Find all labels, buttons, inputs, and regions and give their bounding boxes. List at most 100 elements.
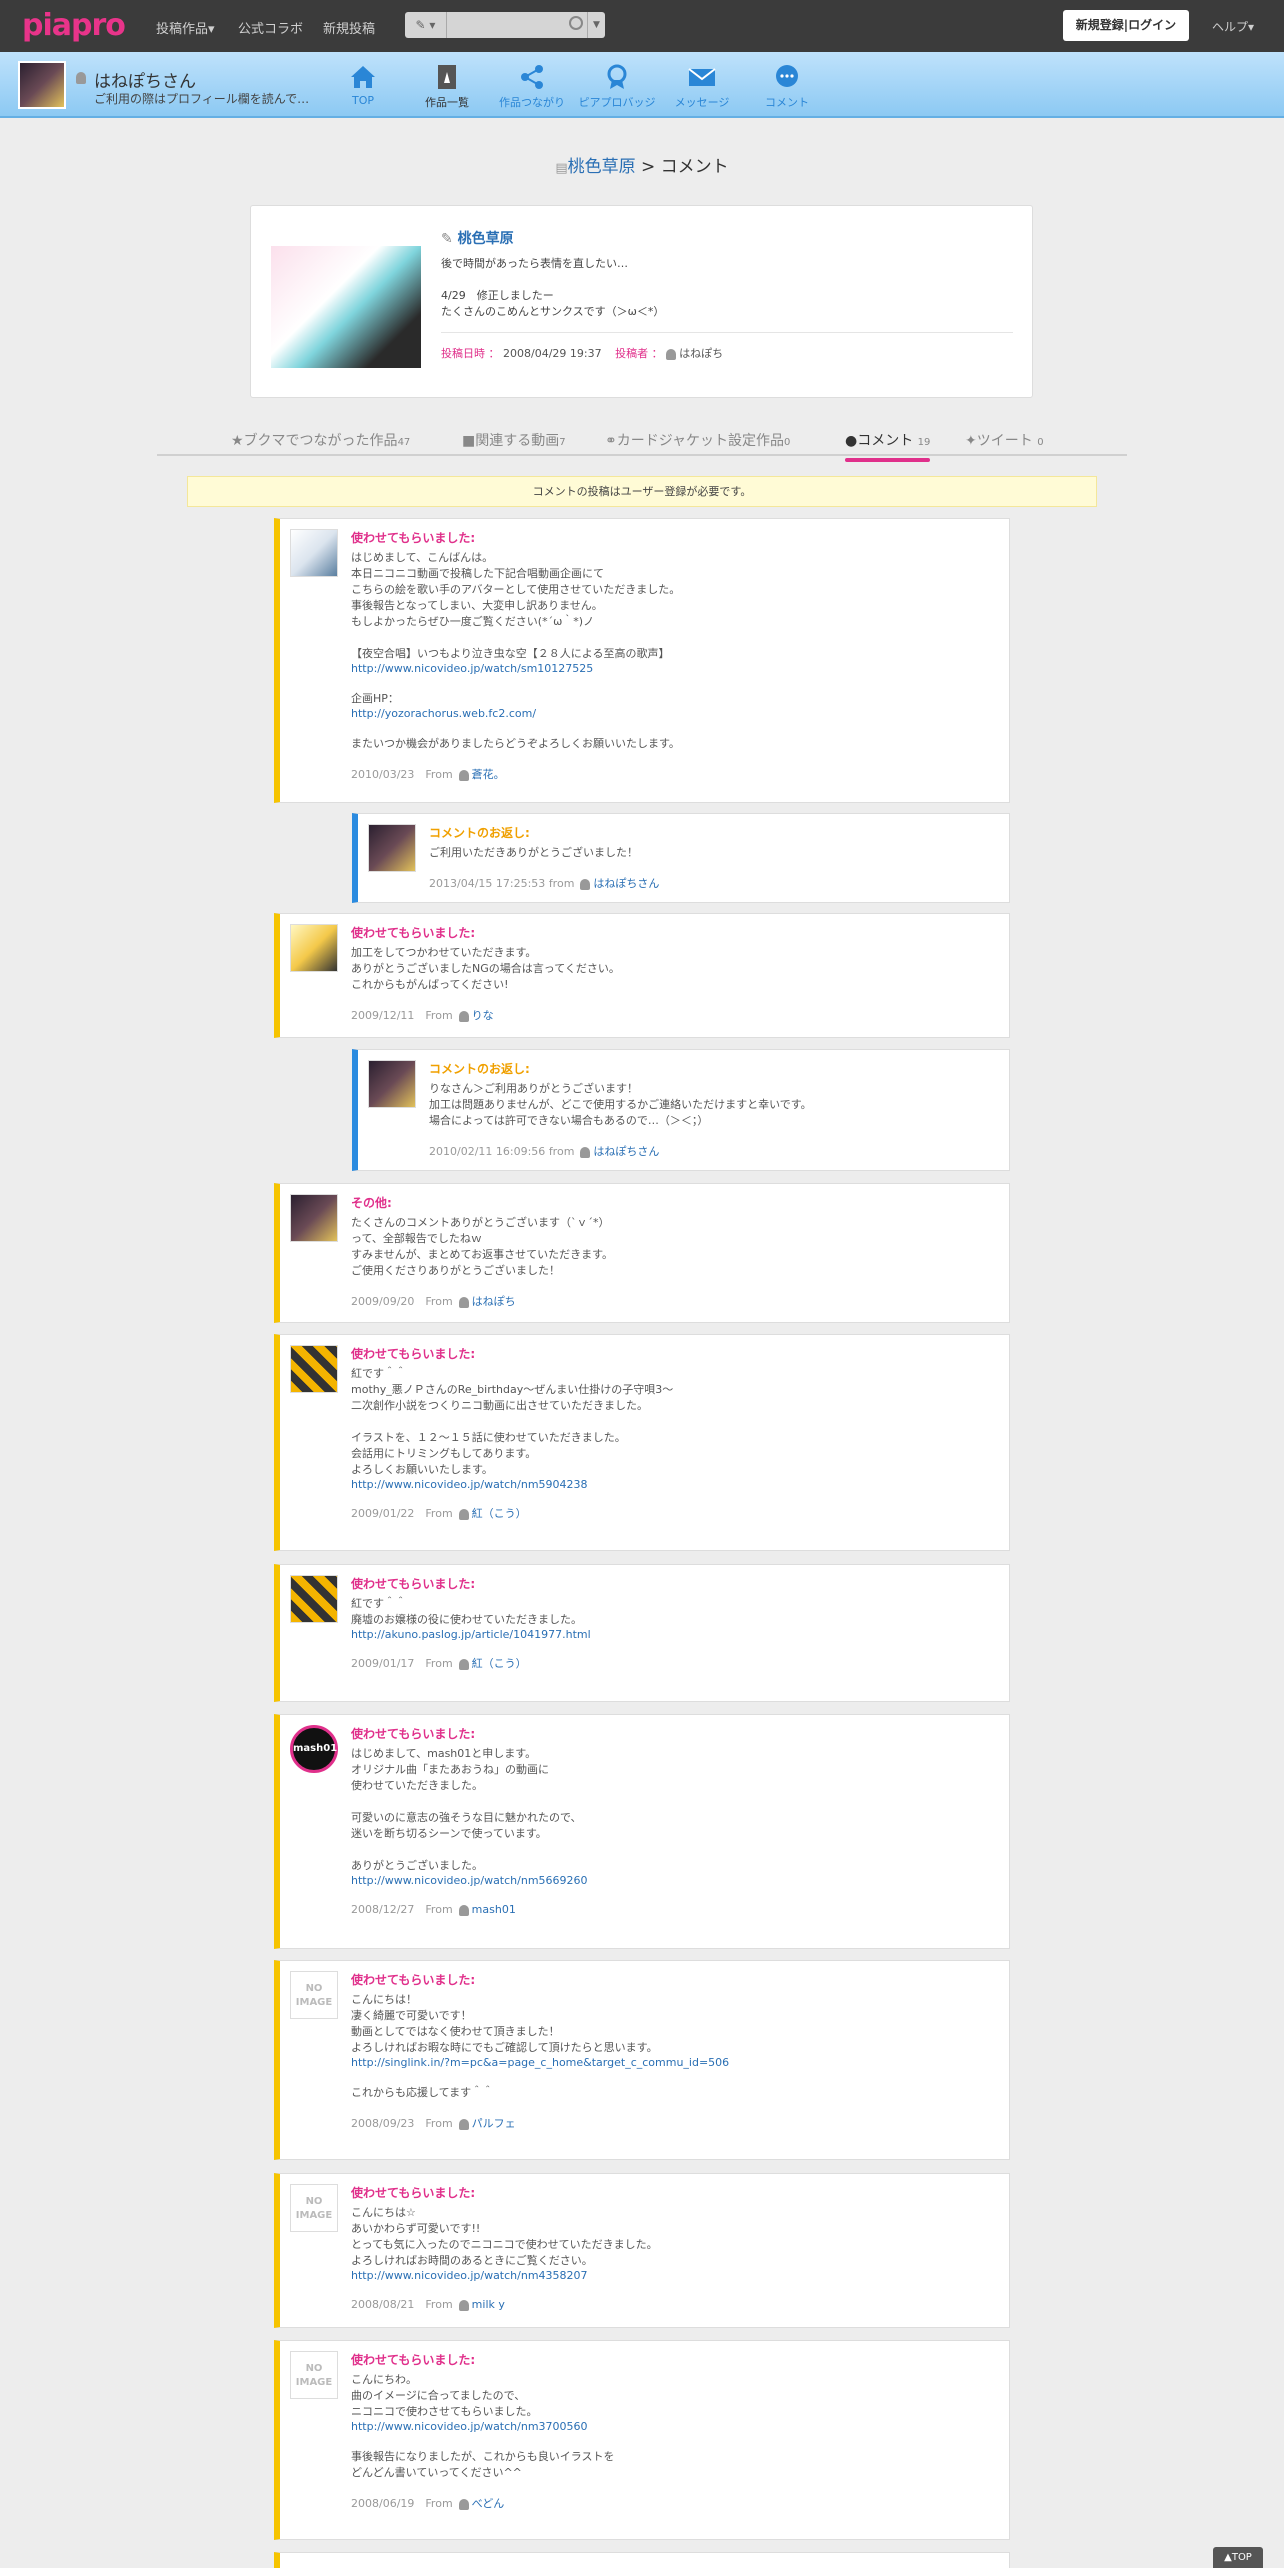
comment-date: 2009/01/22 bbox=[351, 1507, 415, 1520]
comment-link[interactable]: http://yozorachorus.web.fc2.com/ bbox=[351, 707, 536, 720]
comment-title: コメントのお返し: bbox=[429, 1062, 530, 1076]
user-icon bbox=[458, 1904, 469, 1916]
avatar[interactable] bbox=[368, 824, 416, 872]
from-label: From bbox=[425, 1009, 453, 1022]
comment-link[interactable]: http://akuno.paslog.jp/article/1041977.h… bbox=[351, 1628, 591, 1641]
comment-user[interactable]: はねぽち bbox=[472, 1295, 516, 1308]
nav-label: ピアプロバッジ bbox=[578, 96, 656, 109]
user-name[interactable]: はねぽちさん bbox=[94, 67, 196, 92]
nav-connections[interactable]: 作品つながり bbox=[492, 64, 572, 110]
avatar[interactable] bbox=[290, 1575, 338, 1623]
nav-comments[interactable]: コメント bbox=[747, 64, 827, 110]
comment-text: 企画HP： bbox=[351, 692, 399, 705]
nav-top[interactable]: TOP bbox=[323, 64, 403, 107]
avatar-no-image[interactable]: NO IMAGE bbox=[290, 2184, 338, 2232]
nav-messages[interactable]: メッセージ bbox=[662, 64, 742, 110]
nav-works[interactable]: 作品一覧 bbox=[407, 64, 487, 110]
comment-date: 2010/02/11 16:09:56 bbox=[429, 1145, 546, 1158]
comment-item: NO IMAGE 使わせてもらいました: こんにちは！ 凄く綺麗で可愛いです！ … bbox=[274, 1960, 1010, 2160]
avatar[interactable] bbox=[290, 1345, 338, 1393]
comment-link[interactable]: http://www.nicovideo.jp/watch/nm5669260 bbox=[351, 1874, 588, 1887]
comment-user[interactable]: はねぽちさん bbox=[593, 1145, 659, 1158]
nav-new-posts[interactable]: 新規投稿 bbox=[323, 18, 375, 37]
reply-item: コメントのお返し: りなさん＞ご利用ありがとうございます！ 加工は問題ありません… bbox=[352, 1049, 1010, 1171]
breadcrumb-work-link[interactable]: 桃色草原 bbox=[568, 157, 636, 177]
comment-link[interactable]: http://www.nicovideo.jp/watch/sm10127525 bbox=[351, 662, 593, 675]
comment-title: 使わせてもらいました: bbox=[351, 2186, 476, 2200]
help-menu[interactable]: ヘルプ▾ bbox=[1212, 18, 1254, 35]
nav-official-collab[interactable]: 公式コラボ bbox=[238, 18, 303, 37]
avatar[interactable] bbox=[368, 1060, 416, 1108]
tab-label: コメント bbox=[857, 433, 914, 449]
post-date: 2008/04/29 19:37 bbox=[503, 347, 602, 360]
comment-date: 2008/12/27 bbox=[351, 1903, 415, 1916]
tab-card-jacket[interactable]: ⚭カードジャケット設定作品0 bbox=[605, 430, 790, 450]
tab-videos[interactable]: ■関連する動画7 bbox=[462, 430, 566, 450]
tab-tweets[interactable]: ✦ツイート 0 bbox=[965, 430, 1044, 450]
breadcrumb-current: コメント bbox=[660, 157, 729, 177]
comment-footer: 2013/04/15 17:25:53 from はねぽちさん bbox=[429, 875, 999, 891]
nav-badges[interactable]: ピアプロバッジ bbox=[577, 64, 657, 110]
tab-label: ツイート bbox=[976, 433, 1033, 449]
comment-icon bbox=[776, 65, 798, 87]
comment-link[interactable]: http://www.nicovideo.jp/watch/nm3700560 bbox=[351, 2420, 588, 2433]
work-thumbnail[interactable] bbox=[271, 246, 421, 368]
avatar-no-image[interactable]: NO IMAGE bbox=[290, 2351, 338, 2399]
comment-user[interactable]: 紅（こう） bbox=[472, 1507, 527, 1520]
tab-bookmarks[interactable]: ★ブクマでつながった作品47 bbox=[231, 430, 410, 450]
piapro-logo[interactable]: piapro bbox=[22, 8, 126, 43]
avatar[interactable] bbox=[18, 61, 66, 109]
comment-link[interactable]: http://singlink.in/?m=pc&a=page_c_home&t… bbox=[351, 2056, 729, 2069]
reply-item: コメントのお返し: ご利用いただきありがとうございました！ 2013/04/15… bbox=[352, 813, 1010, 903]
comment-user[interactable]: 蒼花。 bbox=[472, 768, 505, 781]
user-icon bbox=[666, 348, 677, 360]
avatar-no-image[interactable]: NO IMAGE bbox=[290, 1971, 338, 2019]
avatar[interactable] bbox=[290, 1194, 338, 1242]
comment-text: これからも応援してます＾＾ bbox=[351, 2086, 494, 2099]
star-icon: ★ bbox=[231, 433, 244, 449]
avatar[interactable] bbox=[290, 529, 338, 577]
search-box[interactable]: ✎ ▾ ▼ bbox=[405, 12, 605, 38]
login-button[interactable]: 新規登録|ログイン bbox=[1063, 10, 1189, 41]
tab-label: 関連する動画 bbox=[475, 433, 560, 449]
avatar[interactable] bbox=[290, 924, 338, 972]
tab-count: 0 bbox=[784, 437, 791, 448]
user-icon bbox=[458, 2118, 469, 2130]
post-date-colon: ： bbox=[488, 347, 503, 360]
back-to-top-button[interactable]: ▲TOP bbox=[1213, 2547, 1263, 2568]
nav-posted-works[interactable]: 投稿作品▾ bbox=[156, 18, 215, 37]
user-icon bbox=[580, 1146, 591, 1158]
comment-text: こんにちは☆ あいかわらず可愛いです!! とっても気に入ったのでニコニコで使わせ… bbox=[351, 2206, 658, 2267]
comment-link[interactable]: http://www.nicovideo.jp/watch/nm4358207 bbox=[351, 2269, 588, 2282]
comment-title: 使わせてもらいました: bbox=[351, 1347, 476, 1361]
user-icon bbox=[458, 1508, 469, 1520]
comment-user[interactable]: べどん bbox=[472, 2497, 505, 2510]
comment-user[interactable]: milk y bbox=[472, 2298, 505, 2311]
user-icon bbox=[580, 878, 591, 890]
avatar[interactable]: mash01 bbox=[290, 1725, 338, 1773]
comment-user[interactable]: パルフェ bbox=[472, 2117, 516, 2130]
work-title[interactable]: ✎ 桃色草原 bbox=[441, 228, 514, 248]
comment-title: 使わせてもらいました: bbox=[351, 1577, 476, 1591]
comment-user[interactable]: 紅（こう） bbox=[472, 1657, 527, 1670]
comment-item: 使わせてもらいました: 紅です＾＾ 廃墟のお嬢様の役に使わせていただきました。 … bbox=[274, 1564, 1010, 1702]
comment-user[interactable]: mash01 bbox=[472, 1903, 516, 1916]
comment-footer: 2010/02/11 16:09:56 from はねぽちさん bbox=[429, 1143, 999, 1159]
author-name[interactable]: はねぽち bbox=[679, 347, 723, 360]
comment-title: 使わせてもらいました: bbox=[351, 531, 476, 545]
user-icon bbox=[458, 2498, 469, 2510]
search-type-select[interactable]: ✎ ▾ bbox=[405, 12, 447, 38]
tab-comments[interactable]: ●コメント 19 bbox=[845, 430, 931, 462]
comment-footer: 2008/06/19 From べどん bbox=[351, 2495, 999, 2511]
comment-user[interactable]: はねぽちさん bbox=[593, 877, 659, 890]
work-title-text: 桃色草原 bbox=[457, 231, 514, 247]
work-meta: 投稿日時 ： 2008/04/29 19:37 投稿者 ： はねぽち bbox=[441, 332, 1013, 361]
video-icon: ■ bbox=[462, 433, 476, 449]
comment-link[interactable]: http://www.nicovideo.jp/watch/nm5904238 bbox=[351, 1478, 588, 1491]
comment-footer: 2009/12/11 From りな bbox=[351, 1007, 999, 1023]
user-icon bbox=[458, 769, 469, 781]
comment-date: 2008/09/23 bbox=[351, 2117, 415, 2130]
chevron-down-icon[interactable]: ▼ bbox=[587, 12, 605, 38]
search-icon[interactable] bbox=[569, 16, 583, 30]
comment-user[interactable]: りな bbox=[472, 1009, 494, 1022]
